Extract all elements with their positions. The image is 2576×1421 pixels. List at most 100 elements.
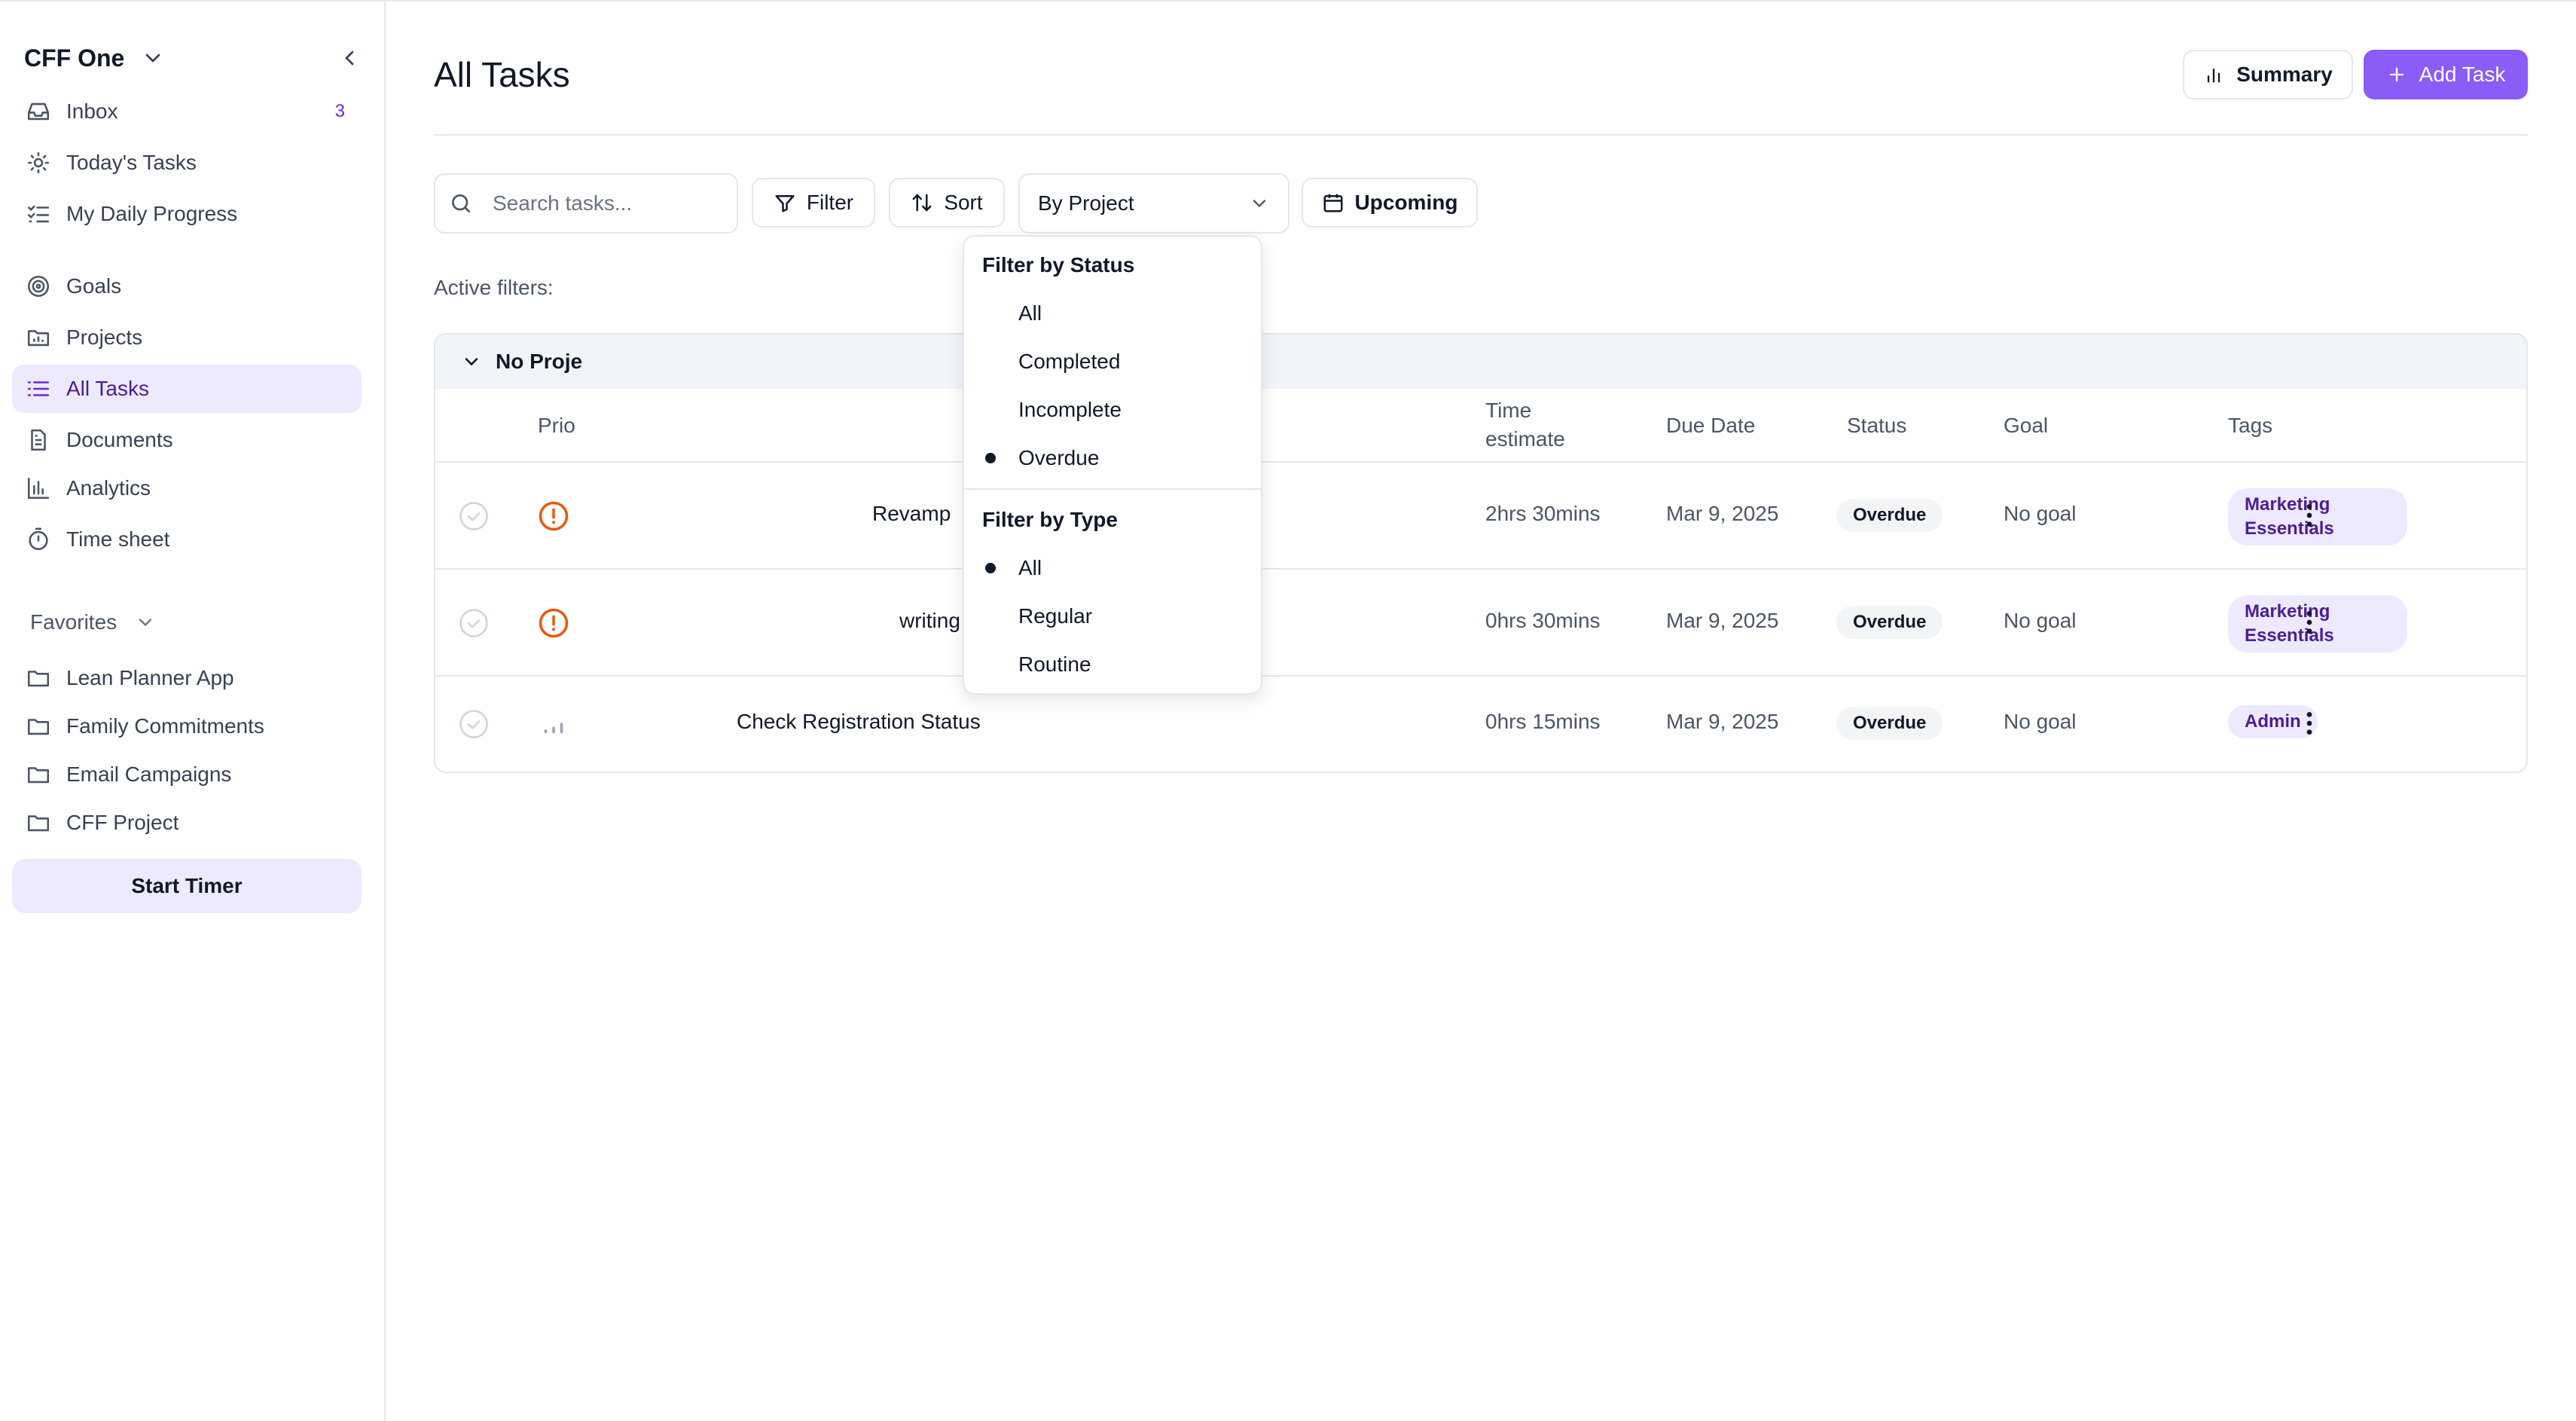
header-divider [434, 134, 2528, 136]
folder-icon [27, 671, 50, 687]
summary-button[interactable]: Summary [2183, 50, 2353, 99]
sidebar-item-all-tasks[interactable]: All Tasks [12, 365, 362, 413]
sidebar-item-time-sheet[interactable]: Time sheet [12, 515, 362, 564]
table-row[interactable]: Check Registration Status 0hrs 15mins Ma… [435, 677, 2526, 772]
sidebar-item-label: Documents [66, 428, 173, 451]
due-date: Mar 9, 2025 [1666, 502, 1779, 525]
filter-status-option-overdue[interactable]: Overdue [964, 435, 1261, 481]
filter-dropdown-menu: Filter by Status All Completed Incomplet… [963, 235, 1262, 695]
chevron-down-icon [1253, 200, 1266, 208]
filter-button[interactable]: Filter [752, 178, 875, 228]
sidebar-item-label: Goals [66, 274, 122, 298]
favorite-item-label: Lean Planner App [66, 666, 234, 689]
table-row[interactable]: Revamp 2hrs 30mins Mar 9, 2025 Overdue N… [435, 463, 2526, 570]
favorite-item[interactable]: CFF Project [12, 799, 362, 847]
active-filters-label: Active filters: [434, 276, 554, 299]
column-status: Status [1847, 414, 1907, 437]
sidebar-item-label: Inbox [66, 99, 118, 123]
task-table: No Proje Prio Time estimate Due Date Sta… [434, 333, 2528, 773]
option-label: All [1018, 301, 1042, 325]
sidebar-item-inbox[interactable]: Inbox 3 [12, 87, 362, 136]
column-priority: Prio [538, 414, 575, 437]
due-date: Mar 9, 2025 [1666, 710, 1779, 733]
add-task-button[interactable]: Add Task [2364, 50, 2528, 99]
bar-chart-icon [27, 477, 50, 500]
sidebar-item-label: Today's Tasks [66, 151, 197, 174]
folder-icon [27, 719, 50, 735]
sidebar-item-todays-tasks[interactable]: Today's Tasks [12, 139, 362, 187]
project-group-header[interactable]: No Proje [435, 335, 2526, 389]
sidebar-item-documents[interactable]: Documents [12, 416, 362, 464]
more-options-icon[interactable] [2294, 708, 2324, 738]
table-row[interactable]: writing 0hrs 30mins Mar 9, 2025 Overdue … [435, 570, 2526, 677]
chevron-down-icon [139, 619, 152, 627]
sidebar-item-projects[interactable]: Projects [12, 313, 362, 362]
task-name[interactable]: Check Registration Status [737, 710, 981, 734]
column-due-date: Due Date [1666, 414, 1756, 437]
sort-label: Sort [944, 191, 983, 214]
low-priority-icon [544, 723, 563, 734]
column-goal: Goal [2004, 414, 2049, 437]
selected-dot-icon [985, 453, 996, 463]
time-estimate: 0hrs 15mins [1485, 710, 1601, 733]
start-timer-button[interactable]: Start Timer [12, 859, 362, 913]
sidebar-item-analytics[interactable]: Analytics [12, 464, 362, 512]
plus-icon [2389, 67, 2404, 82]
target-icon [27, 275, 50, 298]
option-label: Routine [1018, 652, 1091, 676]
search-icon [452, 194, 470, 212]
sidebar-item-goals[interactable]: Goals [12, 262, 362, 310]
favorite-item[interactable]: Lean Planner App [12, 654, 362, 702]
complete-checkbox-icon[interactable] [458, 708, 490, 740]
task-name[interactable]: Revamp [872, 502, 951, 526]
filter-type-option-routine[interactable]: Routine [964, 642, 1261, 687]
filter-type-option-all[interactable]: All [964, 545, 1261, 591]
search-input[interactable] [493, 191, 719, 215]
favorite-item-label: Email Campaigns [66, 762, 232, 786]
chevron-down-icon [465, 358, 478, 366]
inbox-count-badge: 3 [334, 101, 345, 121]
favorite-item-label: CFF Project [66, 811, 179, 834]
option-label: Completed [1018, 350, 1121, 373]
favorite-item-label: Family Commitments [66, 714, 264, 738]
filter-status-option-incomplete[interactable]: Incomplete [964, 387, 1261, 432]
time-estimate: 0hrs 30mins [1485, 609, 1601, 632]
complete-checkbox-icon[interactable] [458, 500, 490, 532]
more-options-icon[interactable] [2294, 607, 2324, 637]
due-date: Mar 9, 2025 [1666, 609, 1779, 632]
selected-dot-icon [985, 563, 996, 573]
column-time-estimate-line2: estimate [1485, 427, 1565, 451]
status-badge: Overdue [1836, 606, 1943, 639]
column-tags: Tags [2228, 414, 2273, 437]
more-options-icon[interactable] [2294, 500, 2324, 530]
favorite-item[interactable]: Family Commitments [12, 702, 362, 750]
sort-button[interactable]: Sort [889, 178, 1005, 228]
task-name[interactable]: writing [899, 609, 960, 633]
project-group-label: No Proje [496, 350, 583, 373]
favorites-header[interactable]: Favorites [30, 606, 156, 639]
workspace-switcher[interactable]: CFF One [24, 39, 362, 77]
collapse-sidebar-icon[interactable] [337, 46, 362, 70]
filter-status-option-completed[interactable]: Completed [964, 339, 1261, 384]
option-label: Regular [1018, 604, 1093, 628]
sidebar-item-label: My Daily Progress [66, 202, 238, 225]
timer-icon [29, 527, 48, 551]
group-by-select[interactable]: By Project [1018, 173, 1290, 234]
app-window: CFF One Inbox 3 Today's Tasks My Daily P… [0, 0, 2576, 1421]
upcoming-label: Upcoming [1354, 191, 1458, 214]
goal-value: No goal [2004, 710, 2077, 733]
filter-status-option-all[interactable]: All [964, 291, 1261, 336]
sidebar-item-daily-progress[interactable]: My Daily Progress [12, 190, 362, 238]
main-content: All Tasks Summary Add Task Filter Sort B… [387, 2, 2576, 1421]
workspace-name: CFF One [24, 44, 125, 72]
favorite-item[interactable]: Email Campaigns [12, 750, 362, 799]
search-box[interactable] [434, 173, 738, 234]
sort-icon [912, 194, 932, 212]
list-icon [27, 381, 50, 396]
chevron-down-icon [145, 53, 160, 63]
filter-type-option-regular[interactable]: Regular [964, 594, 1261, 639]
table-header: Prio Time estimate Due Date Status Goal … [435, 389, 2526, 463]
complete-checkbox-icon[interactable] [458, 607, 490, 639]
sidebar: CFF One Inbox 3 Today's Tasks My Daily P… [0, 2, 386, 1421]
upcoming-button[interactable]: Upcoming [1302, 178, 1478, 228]
